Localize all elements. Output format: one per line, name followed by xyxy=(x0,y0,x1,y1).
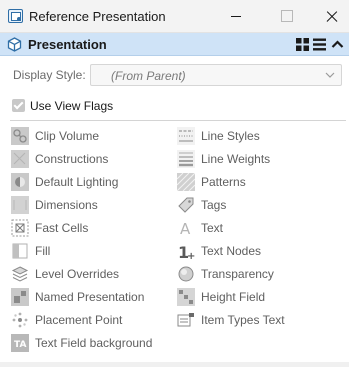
svg-text:TA: TA xyxy=(14,340,26,350)
flag-label: Fill xyxy=(35,244,51,258)
title-bar: Reference Presentation xyxy=(0,0,349,33)
flag-fast-cells[interactable]: Fast Cells xyxy=(11,219,176,237)
flag-label: Constructions xyxy=(35,152,109,166)
patterns-icon xyxy=(177,173,195,191)
flag-label: Height Field xyxy=(201,290,266,304)
flag-label: Default Lighting xyxy=(35,175,119,189)
chevron-up-icon[interactable] xyxy=(331,38,344,51)
flag-named-presentation[interactable]: Named Presentation xyxy=(11,288,176,306)
divider xyxy=(10,120,346,121)
flag-text-field-background[interactable]: TA Text Field background xyxy=(11,334,176,352)
flag-label: Named Presentation xyxy=(35,290,145,304)
section-title: Presentation xyxy=(28,37,107,52)
text-nodes-icon: 1 + xyxy=(178,243,195,260)
display-style-value: (From Parent) xyxy=(111,69,186,83)
display-style-dropdown[interactable]: (From Parent) xyxy=(90,64,342,86)
display-style-label: Display Style: xyxy=(13,68,86,82)
flag-placement-point[interactable]: Placement Point xyxy=(11,311,176,329)
cube-icon xyxy=(7,37,22,52)
flag-line-weights[interactable]: Line Weights xyxy=(177,150,342,168)
flag-label: Patterns xyxy=(201,175,246,189)
flag-clip-volume[interactable]: Clip Volume xyxy=(11,127,176,145)
flag-height-field[interactable]: Height Field xyxy=(177,288,342,306)
text-field-background-icon: TA xyxy=(11,334,29,352)
tags-icon xyxy=(178,197,194,213)
window-title: Reference Presentation xyxy=(29,9,166,24)
flag-label: Line Weights xyxy=(201,152,271,166)
flag-default-lighting[interactable]: Default Lighting xyxy=(11,173,176,191)
flag-label: Transparency xyxy=(201,267,274,281)
level-overrides-icon xyxy=(11,266,29,282)
flag-tags[interactable]: Tags xyxy=(177,196,342,214)
flag-text[interactable]: A Text xyxy=(177,219,342,237)
default-lighting-icon xyxy=(11,173,29,191)
minimize-button[interactable] xyxy=(212,0,258,32)
flag-level-overrides[interactable]: Level Overrides xyxy=(11,265,176,283)
flag-label: Text Field background xyxy=(35,336,153,350)
flag-label: Line Styles xyxy=(201,129,260,143)
placement-point-icon xyxy=(12,312,28,328)
use-view-flags-checkbox[interactable] xyxy=(12,99,25,112)
flag-label: Text Nodes xyxy=(201,244,262,258)
maximize-button[interactable] xyxy=(262,0,308,32)
flag-label: Placement Point xyxy=(35,313,123,327)
flag-text-nodes[interactable]: 1 + Text Nodes xyxy=(177,242,342,260)
use-view-flags-label: Use View Flags xyxy=(30,99,114,113)
flag-dimensions[interactable]: Dimensions xyxy=(11,196,176,214)
flag-label: Fast Cells xyxy=(35,221,89,235)
item-types-text-icon xyxy=(177,313,194,327)
chevron-down-icon xyxy=(325,72,335,78)
flag-line-styles[interactable]: Line Styles xyxy=(177,127,342,145)
flag-label: Text xyxy=(201,221,224,235)
flag-item-types-text[interactable]: Item Types Text xyxy=(177,311,342,329)
svg-text:A: A xyxy=(180,220,191,237)
fill-icon xyxy=(12,243,28,259)
height-field-icon xyxy=(177,288,195,306)
flag-label: Clip Volume xyxy=(35,129,100,143)
clip-volume-icon xyxy=(11,127,29,145)
text-icon: A xyxy=(180,220,191,237)
named-presentation-icon xyxy=(11,288,29,306)
flag-transparency[interactable]: Transparency xyxy=(177,265,342,283)
line-styles-icon xyxy=(177,127,195,145)
window-bottom-edge xyxy=(0,362,349,367)
svg-text:+: + xyxy=(187,251,195,260)
close-button[interactable] xyxy=(308,0,349,32)
flag-label: Dimensions xyxy=(35,198,98,212)
flag-constructions[interactable]: Constructions xyxy=(11,150,176,168)
list-view-icon[interactable] xyxy=(313,38,326,51)
flag-label: Tags xyxy=(201,198,227,212)
dimensions-icon xyxy=(11,196,29,214)
reference-presentation-icon xyxy=(8,9,23,23)
flag-label: Item Types Text xyxy=(201,313,285,327)
transparency-icon xyxy=(178,266,194,282)
line-weights-icon xyxy=(177,150,195,168)
flag-label: Level Overrides xyxy=(35,267,120,281)
flag-fill[interactable]: Fill xyxy=(11,242,176,260)
grid-view-icon[interactable] xyxy=(296,38,309,51)
fast-cells-icon xyxy=(11,219,29,237)
presentation-section-header[interactable]: Presentation xyxy=(0,33,349,56)
constructions-icon xyxy=(11,150,29,168)
flag-patterns[interactable]: Patterns xyxy=(177,173,342,191)
